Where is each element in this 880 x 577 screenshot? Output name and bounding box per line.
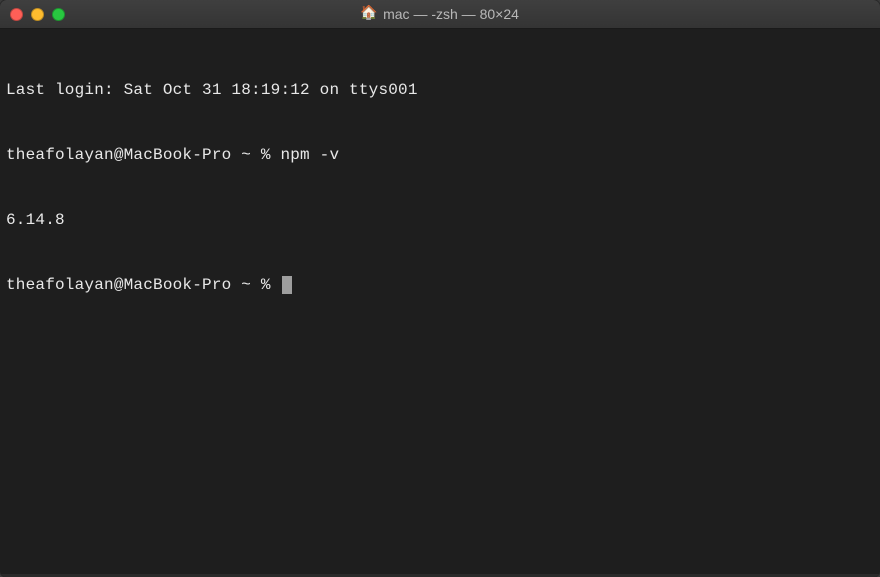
minimize-button[interactable] [31,8,44,21]
terminal-line: Last login: Sat Oct 31 18:19:12 on ttys0… [6,80,874,102]
terminal-prompt-line: theafolayan@MacBook-Pro ~ % [6,275,874,297]
window-title: mac — -zsh — 80×24 [383,6,519,22]
traffic-lights [0,8,65,21]
terminal-window: 🏠 mac — -zsh — 80×24 Last login: Sat Oct… [0,0,880,577]
terminal-prompt: theafolayan@MacBook-Pro ~ % [6,276,280,294]
home-folder-icon: 🏠 [361,6,377,22]
cursor [282,276,292,294]
titlebar[interactable]: 🏠 mac — -zsh — 80×24 [0,0,880,29]
terminal-line: theafolayan@MacBook-Pro ~ % npm -v [6,145,874,167]
terminal-line: 6.14.8 [6,210,874,232]
maximize-button[interactable] [52,8,65,21]
close-button[interactable] [10,8,23,21]
title-container: 🏠 mac — -zsh — 80×24 [0,6,880,22]
terminal-body[interactable]: Last login: Sat Oct 31 18:19:12 on ttys0… [0,29,880,574]
